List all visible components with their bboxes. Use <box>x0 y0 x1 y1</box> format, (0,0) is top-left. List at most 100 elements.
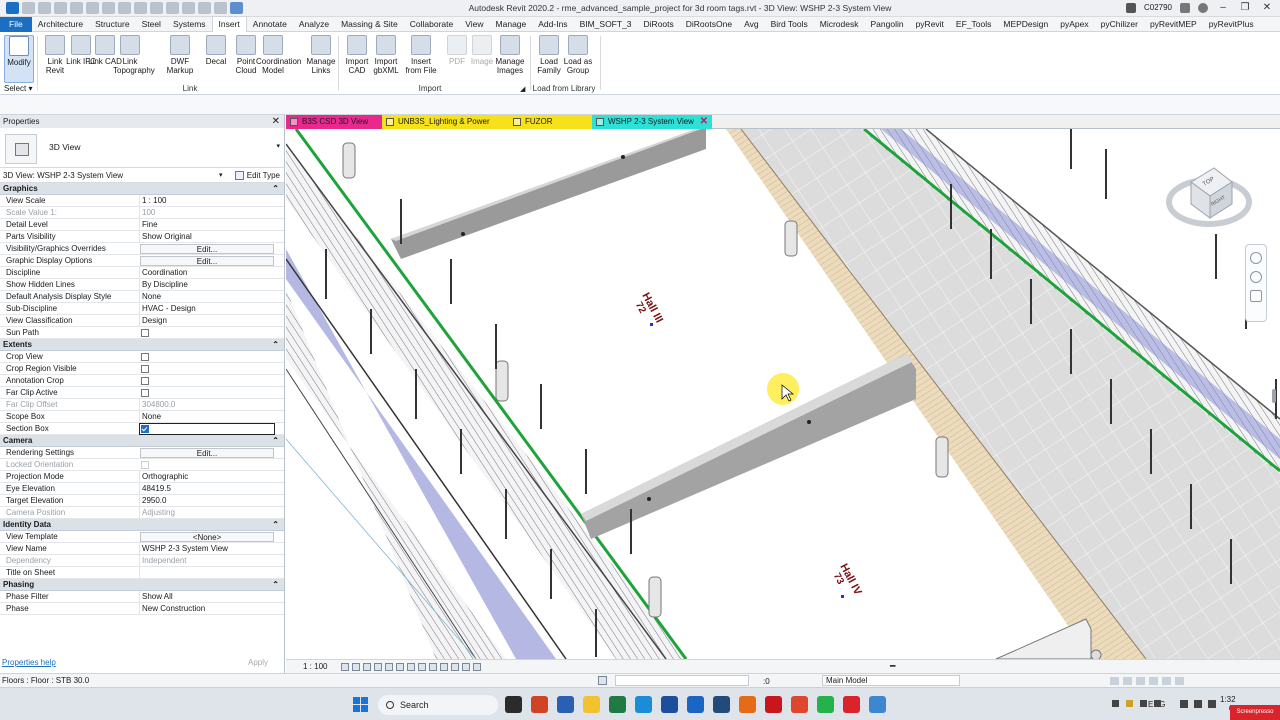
word-icon[interactable] <box>557 696 574 713</box>
ribbon-tab-diroots[interactable]: DiRoots <box>638 17 680 32</box>
print-icon[interactable] <box>102 2 115 14</box>
shadows-icon[interactable] <box>374 663 382 671</box>
type-selector[interactable]: 3D View ▾ <box>0 128 284 168</box>
property-value[interactable]: WSHP 2-3 System View <box>139 543 275 555</box>
save-icon[interactable] <box>38 2 51 14</box>
lock-view-icon[interactable] <box>418 663 426 671</box>
room-tag-hall-iv[interactable]: Hall IV 73 <box>829 562 865 603</box>
worksets-icon[interactable] <box>598 676 607 685</box>
modify-button[interactable]: Modify <box>4 35 34 83</box>
property-edit-button[interactable]: Edit... <box>140 244 274 254</box>
property-value[interactable]: Coordination <box>139 267 275 279</box>
open-icon[interactable] <box>22 2 35 14</box>
property-checkbox[interactable] <box>141 389 149 397</box>
navisworks-icon[interactable] <box>713 696 730 713</box>
ribbon-tab-pyrevitplus[interactable]: pyRevitPlus <box>1203 17 1260 32</box>
property-edit-button[interactable]: <None> <box>140 532 274 542</box>
ribbon-tab-view[interactable]: View <box>459 17 489 32</box>
close-button[interactable]: ✕ <box>1260 2 1274 13</box>
chevron-down-icon[interactable]: ▾ <box>219 168 223 183</box>
ribbon-tab-architecture[interactable]: Architecture <box>32 17 89 32</box>
ribbon-tab-pyrevit[interactable]: pyRevit <box>910 17 950 32</box>
sun-path-icon[interactable] <box>363 663 371 671</box>
dwf-markup-button[interactable]: DWF Markup <box>163 35 197 83</box>
property-value[interactable]: Fine <box>139 219 275 231</box>
workset-dropdown[interactable] <box>615 675 749 686</box>
analytical-model-icon[interactable] <box>451 663 459 671</box>
property-value[interactable]: None <box>139 411 275 423</box>
outlook-icon[interactable] <box>687 696 704 713</box>
collapse-icon[interactable]: ⌃ <box>272 183 279 195</box>
property-checkbox[interactable] <box>141 377 149 385</box>
ribbon-tab-file[interactable]: File <box>0 16 32 32</box>
load-family-button[interactable]: Load Family <box>533 35 565 83</box>
chevron-down-icon[interactable]: ▾ <box>276 142 280 150</box>
select-pinned-icon[interactable] <box>1136 677 1145 685</box>
property-edit-button[interactable]: Edit... <box>140 256 274 266</box>
tray-up-icon[interactable] <box>1112 700 1119 707</box>
revit-icon[interactable] <box>661 696 678 713</box>
ribbon-tab-avg[interactable]: Avg <box>738 17 765 32</box>
close-icon[interactable]: ✕ <box>272 115 280 128</box>
property-checkbox[interactable] <box>141 365 149 373</box>
ribbon-tab-ef-tools[interactable]: EF_Tools <box>950 17 997 32</box>
manage-images-button[interactable]: Manage Images <box>494 35 526 83</box>
pan-icon[interactable] <box>1250 290 1262 302</box>
sync-icon[interactable] <box>54 2 67 14</box>
property-checkbox[interactable] <box>141 329 149 337</box>
property-value[interactable]: None <box>139 291 275 303</box>
tray-app-icon[interactable] <box>1140 700 1147 707</box>
redo-icon[interactable] <box>86 2 99 14</box>
collapse-icon[interactable]: ⌃ <box>272 339 279 351</box>
apply-button[interactable]: Apply <box>240 657 276 668</box>
ribbon-tab-mepdesign[interactable]: MEPDesign <box>997 17 1054 32</box>
revit-logo-icon[interactable] <box>6 2 19 14</box>
reveal-hidden-icon[interactable] <box>440 663 448 671</box>
filter-icon[interactable] <box>1175 677 1184 685</box>
measure-icon[interactable] <box>118 2 131 14</box>
property-value[interactable]: HVAC - Design <box>139 303 275 315</box>
collapse-icon[interactable]: ⌃ <box>272 579 279 591</box>
ribbon-tab-systems[interactable]: Systems <box>167 17 212 32</box>
windows-start-icon[interactable] <box>353 697 369 713</box>
property-value[interactable]: 48419.5 <box>139 483 275 495</box>
property-value[interactable]: Show Original <box>139 231 275 243</box>
quick-access-toolbar[interactable] <box>6 2 243 14</box>
notepad-icon[interactable] <box>869 696 886 713</box>
close-icon[interactable]: ✕ <box>700 115 708 129</box>
import-cad-button[interactable]: Import CAD <box>341 35 373 83</box>
edge-icon[interactable] <box>635 696 652 713</box>
switch-windows-icon[interactable] <box>230 2 243 14</box>
minimize-button[interactable]: – <box>1216 2 1230 13</box>
view-tab[interactable]: WSHP 2-3 System View ✕ <box>592 115 712 129</box>
powerpoint-icon[interactable] <box>531 696 548 713</box>
section-camera[interactable]: Camera ⌃ <box>0 435 284 447</box>
import-gbxml-button[interactable]: Import gbXML <box>370 35 402 83</box>
ribbon-tab-dirootsone[interactable]: DiRootsOne <box>680 17 738 32</box>
whatsapp-icon[interactable] <box>817 696 834 713</box>
view-tab[interactable]: FUZOR <box>509 115 592 129</box>
ribbon-tab-annotate[interactable]: Annotate <box>247 17 293 32</box>
view-tab[interactable]: B3S CSD 3D View <box>286 115 382 129</box>
link-topography-button[interactable]: Link Topography <box>113 35 155 83</box>
insert-from-file-button[interactable]: Insert from File <box>405 35 437 83</box>
zoom-icon[interactable] <box>1250 271 1262 283</box>
ribbon-tab-add-ins[interactable]: Add-Ins <box>532 17 573 32</box>
crop-region-icon[interactable] <box>407 663 415 671</box>
import-panel-expand-icon[interactable]: ◢ <box>520 85 525 93</box>
property-value[interactable]: Orthographic <box>139 471 275 483</box>
section-extents[interactable]: Extents ⌃ <box>0 339 284 351</box>
property-value[interactable] <box>139 567 275 579</box>
resize-handle-icon[interactable]: ━ <box>890 660 895 673</box>
section-icon[interactable] <box>182 2 195 14</box>
cart-icon[interactable] <box>1180 2 1190 13</box>
select-by-face-icon[interactable] <box>1149 677 1158 685</box>
crop-view-icon[interactable] <box>396 663 404 671</box>
screenpresso-icon[interactable] <box>843 696 860 713</box>
drawing-area[interactable]: Hall III 72 Hall IV 73 <box>286 129 1280 659</box>
steering-wheel-icon[interactable] <box>1250 252 1262 264</box>
highlight-displacement-icon[interactable] <box>462 663 470 671</box>
ribbon-tab-bim-soft-3[interactable]: BIM_SOFT_3 <box>574 17 638 32</box>
scrollbar[interactable] <box>1272 389 1276 403</box>
section-phasing[interactable]: Phasing ⌃ <box>0 579 284 591</box>
